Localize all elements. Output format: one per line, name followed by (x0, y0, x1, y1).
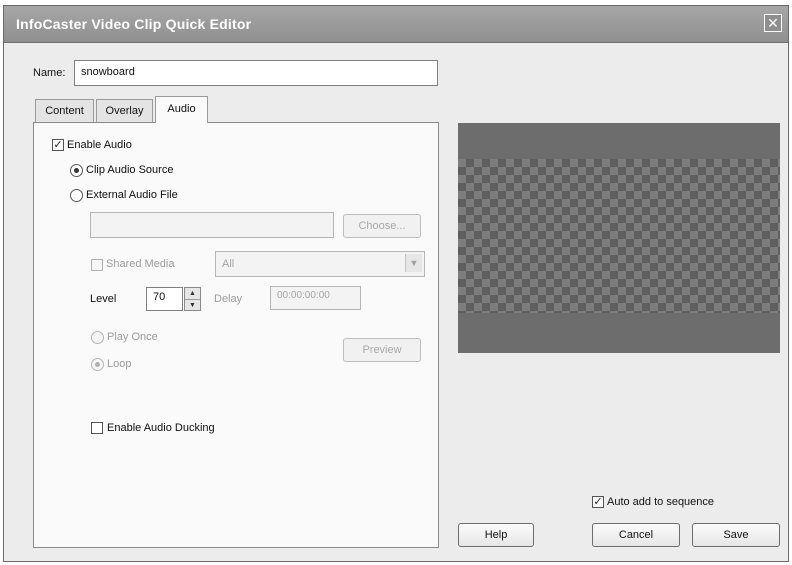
play-once-label: Play Once (107, 331, 158, 343)
spin-down-icon[interactable]: ▼ (185, 300, 200, 311)
window-title: InfoCaster Video Clip Quick Editor (16, 16, 252, 32)
media-filter-select[interactable]: All ▼ (215, 251, 425, 277)
close-button[interactable]: ✕ (764, 14, 782, 32)
checkmark-icon: ✓ (593, 496, 603, 508)
shared-media-checkbox[interactable] (91, 259, 103, 271)
level-input[interactable]: 70 (146, 287, 183, 311)
enable-audio-ducking-label: Enable Audio Ducking (107, 422, 215, 434)
delay-input[interactable]: 00:00:00:00 (270, 286, 361, 310)
transparency-checkerboard (458, 159, 780, 313)
tab-content[interactable]: Content (35, 99, 94, 122)
level-stepper[interactable]: ▲ ▼ (184, 287, 201, 311)
checkmark-icon: ✓ (53, 139, 63, 151)
enable-audio-ducking-checkbox[interactable] (91, 422, 103, 434)
enable-audio-checkbox[interactable]: ✓ (52, 139, 64, 151)
help-button[interactable]: Help (458, 523, 534, 547)
tab-audio[interactable]: Audio (155, 96, 208, 123)
name-label: Name: (33, 67, 66, 79)
name-input[interactable]: snowboard (74, 60, 438, 86)
video-preview (458, 123, 780, 353)
preview-button[interactable]: Preview (343, 338, 421, 362)
save-button[interactable]: Save (692, 523, 780, 547)
external-audio-file-label: External Audio File (86, 189, 178, 201)
auto-add-label: Auto add to sequence (607, 496, 715, 508)
cancel-button[interactable]: Cancel (592, 523, 680, 547)
clip-audio-source-label: Clip Audio Source (86, 164, 174, 176)
auto-add-checkbox[interactable]: ✓ (592, 496, 604, 508)
delay-label: Delay (214, 293, 243, 305)
play-once-radio[interactable] (91, 331, 104, 344)
audio-file-path-input[interactable] (90, 212, 334, 238)
loop-label: Loop (107, 358, 132, 370)
close-icon: ✕ (767, 15, 779, 31)
chevron-down-icon[interactable]: ▼ (405, 254, 422, 272)
tab-overlay[interactable]: Overlay (96, 99, 153, 122)
clip-audio-source-radio[interactable] (70, 164, 83, 177)
shared-media-label: Shared Media (106, 258, 175, 270)
external-audio-file-radio[interactable] (70, 189, 83, 202)
loop-radio[interactable] (91, 358, 104, 371)
spin-up-icon[interactable]: ▲ (185, 288, 200, 300)
enable-audio-label: Enable Audio (67, 139, 132, 151)
media-filter-value: All (222, 258, 235, 270)
title-bar[interactable]: InfoCaster Video Clip Quick Editor ✕ (4, 6, 788, 43)
level-label: Level (90, 293, 117, 305)
choose-button[interactable]: Choose... (343, 214, 421, 238)
